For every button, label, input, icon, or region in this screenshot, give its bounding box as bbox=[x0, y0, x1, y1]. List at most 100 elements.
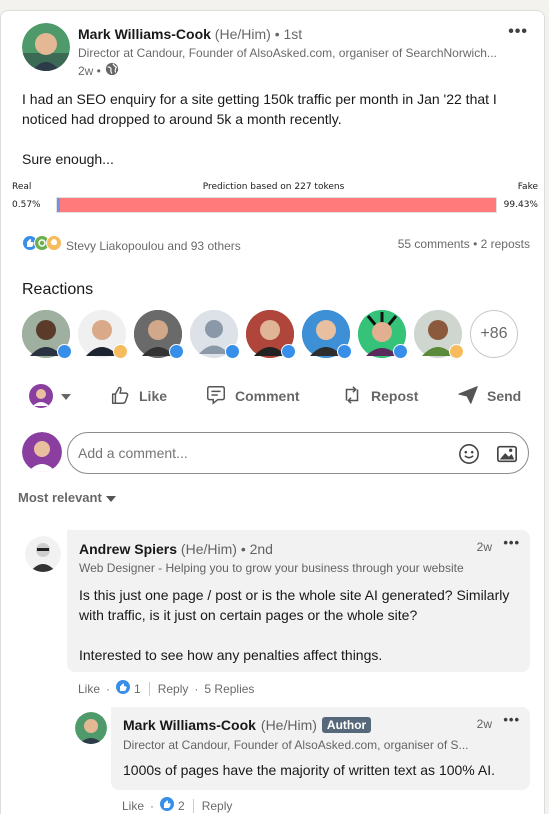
comment-input[interactable] bbox=[78, 445, 438, 461]
reactor-avatar[interactable] bbox=[190, 310, 240, 359]
reply-text: 1000s of pages have the majority of writ… bbox=[123, 762, 495, 778]
reply-actions: Like · 2 Reply bbox=[122, 797, 233, 814]
fake-percent: 99.43% bbox=[503, 200, 538, 210]
comment-repost-counts: 55 comments • 2 reposts bbox=[398, 237, 530, 251]
post-text: I had an SEO enquiry for a site getting … bbox=[22, 89, 527, 169]
insightful-badge-icon bbox=[449, 344, 464, 359]
reply-bubble: Mark Williams-Cook (He/Him) Author Direc… bbox=[111, 707, 530, 790]
author-line: Mark Williams-Cook (He/Him) • 1st bbox=[78, 26, 302, 42]
comment-like-count: 1 bbox=[134, 681, 141, 696]
comment-text-line: Interested to see how any penalties affe… bbox=[79, 647, 383, 663]
reactor-avatar[interactable] bbox=[246, 310, 296, 359]
comment-actions: Like · 1 Reply · 5 Replies bbox=[78, 680, 255, 697]
caret-down-icon bbox=[61, 387, 71, 405]
comment-more-icon[interactable]: ••• bbox=[503, 535, 520, 550]
like-badge-icon bbox=[337, 344, 352, 359]
actor-selector[interactable] bbox=[29, 381, 71, 411]
insightful-reaction-icon bbox=[46, 235, 62, 256]
author-name[interactable]: Mark Williams-Cook bbox=[78, 26, 211, 42]
fake-label: Fake bbox=[517, 182, 538, 192]
comment-input-box[interactable] bbox=[67, 432, 529, 474]
repost-icon bbox=[341, 384, 363, 409]
reply-author-name[interactable]: Mark Williams-Cook bbox=[123, 717, 256, 733]
emoji-icon[interactable] bbox=[458, 443, 480, 470]
comment-bubble: Andrew Spiers (He/Him) • 2nd Web Designe… bbox=[67, 530, 530, 672]
post-text-line: Sure enough... bbox=[22, 151, 114, 167]
comment-like-button[interactable]: Like bbox=[78, 682, 100, 696]
like-label: Like bbox=[139, 388, 168, 404]
comments-count[interactable]: 55 comments bbox=[398, 237, 470, 251]
commenter-headline: Web Designer - Helping you to grow your … bbox=[79, 561, 464, 575]
reactor-avatar[interactable] bbox=[22, 310, 72, 359]
reactor-avatar[interactable] bbox=[414, 310, 464, 359]
send-icon bbox=[457, 384, 479, 409]
image-icon[interactable] bbox=[496, 443, 518, 470]
comment-text-line: with traffic, is it just on certain page… bbox=[79, 607, 418, 623]
sort-dropdown[interactable]: Most relevant bbox=[18, 490, 116, 505]
sort-label: Most relevant bbox=[18, 490, 102, 505]
globe-icon bbox=[105, 62, 119, 79]
post-text-line: noticed had dropped to around 5k a month… bbox=[22, 111, 342, 127]
like-badge-icon bbox=[169, 344, 184, 359]
like-count-icon bbox=[116, 680, 131, 697]
comment-reply-button[interactable]: Reply bbox=[158, 682, 189, 696]
comment-time: 2w bbox=[476, 540, 492, 554]
post-time: 2w • bbox=[78, 63, 101, 78]
like-badge-icon bbox=[57, 344, 72, 359]
replies-count[interactable]: 5 Replies bbox=[204, 682, 254, 696]
commenter-pronouns: (He/Him) bbox=[180, 541, 237, 557]
commenter-name[interactable]: Andrew Spiers bbox=[79, 541, 177, 557]
commenter-degree: • 2nd bbox=[240, 541, 273, 557]
like-badge-icon bbox=[393, 344, 408, 359]
reactors-text[interactable]: Stevy Liakopoulou and 93 others bbox=[66, 239, 241, 253]
prediction-bar-real bbox=[57, 198, 60, 212]
more-icon[interactable]: ••• bbox=[508, 23, 528, 41]
reply-like-count: 2 bbox=[178, 798, 185, 813]
comment-button[interactable]: Comment bbox=[205, 381, 300, 411]
commenter-line: Andrew Spiers (He/Him) • 2nd bbox=[79, 541, 273, 557]
like-badge-icon bbox=[225, 344, 240, 359]
reply-author-headline: Director at Candour, Founder of AlsoAske… bbox=[123, 738, 469, 752]
reply-author-line: Mark Williams-Cook (He/Him) Author bbox=[123, 717, 372, 733]
send-label: Send bbox=[487, 388, 522, 404]
current-user-avatar[interactable] bbox=[22, 432, 62, 472]
reactor-avatar[interactable] bbox=[78, 310, 128, 359]
prediction-bar bbox=[56, 197, 497, 213]
reaction-summary[interactable]: Stevy Liakopoulou and 93 others bbox=[22, 235, 241, 256]
reply-author-avatar[interactable] bbox=[75, 712, 107, 744]
post-meta: 2w • bbox=[78, 62, 119, 79]
more-reactors-button[interactable]: +86 bbox=[470, 310, 518, 358]
reply-reply-button[interactable]: Reply bbox=[202, 799, 233, 813]
connection-degree: • 1st bbox=[274, 26, 303, 42]
real-percent: 0.57% bbox=[12, 200, 41, 210]
like-button[interactable]: Like bbox=[109, 381, 167, 411]
reactions-heading: Reactions bbox=[22, 281, 94, 298]
reactor-avatar[interactable] bbox=[302, 310, 352, 359]
like-count-icon bbox=[160, 797, 175, 814]
prediction-title: Prediction based on 227 tokens bbox=[202, 182, 345, 192]
post-card: Mark Williams-Cook (He/Him) • 1st Direct… bbox=[0, 10, 545, 814]
reply-more-icon[interactable]: ••• bbox=[503, 712, 520, 727]
post-text-line: I had an SEO enquiry for a site getting … bbox=[22, 91, 497, 107]
repost-button[interactable]: Repost bbox=[341, 381, 418, 411]
comment-text: Is this just one page / post or is the w… bbox=[79, 585, 519, 665]
insightful-badge-icon bbox=[113, 344, 128, 359]
author-badge: Author bbox=[321, 717, 372, 733]
comment-label: Comment bbox=[235, 388, 300, 404]
reply-time: 2w bbox=[476, 717, 492, 731]
author-avatar[interactable] bbox=[22, 23, 70, 71]
reactor-avatar[interactable] bbox=[358, 310, 408, 359]
author-headline: Director at Candour, Founder of AlsoAske… bbox=[78, 46, 497, 60]
author-pronouns: (He/Him) bbox=[214, 26, 271, 42]
comment-text-line: Is this just one page / post or is the w… bbox=[79, 587, 510, 603]
like-badge-icon bbox=[281, 344, 296, 359]
reposts-count[interactable]: • 2 reposts bbox=[473, 237, 530, 251]
repost-label: Repost bbox=[371, 388, 419, 404]
reactor-avatar[interactable] bbox=[134, 310, 184, 359]
send-button[interactable]: Send bbox=[457, 381, 521, 411]
thumbs-up-icon bbox=[109, 384, 131, 409]
actor-avatar-icon bbox=[29, 384, 53, 408]
reply-like-button[interactable]: Like bbox=[122, 799, 144, 813]
commenter-avatar[interactable] bbox=[25, 536, 61, 572]
reply-author-pronouns: (He/Him) bbox=[260, 717, 317, 733]
